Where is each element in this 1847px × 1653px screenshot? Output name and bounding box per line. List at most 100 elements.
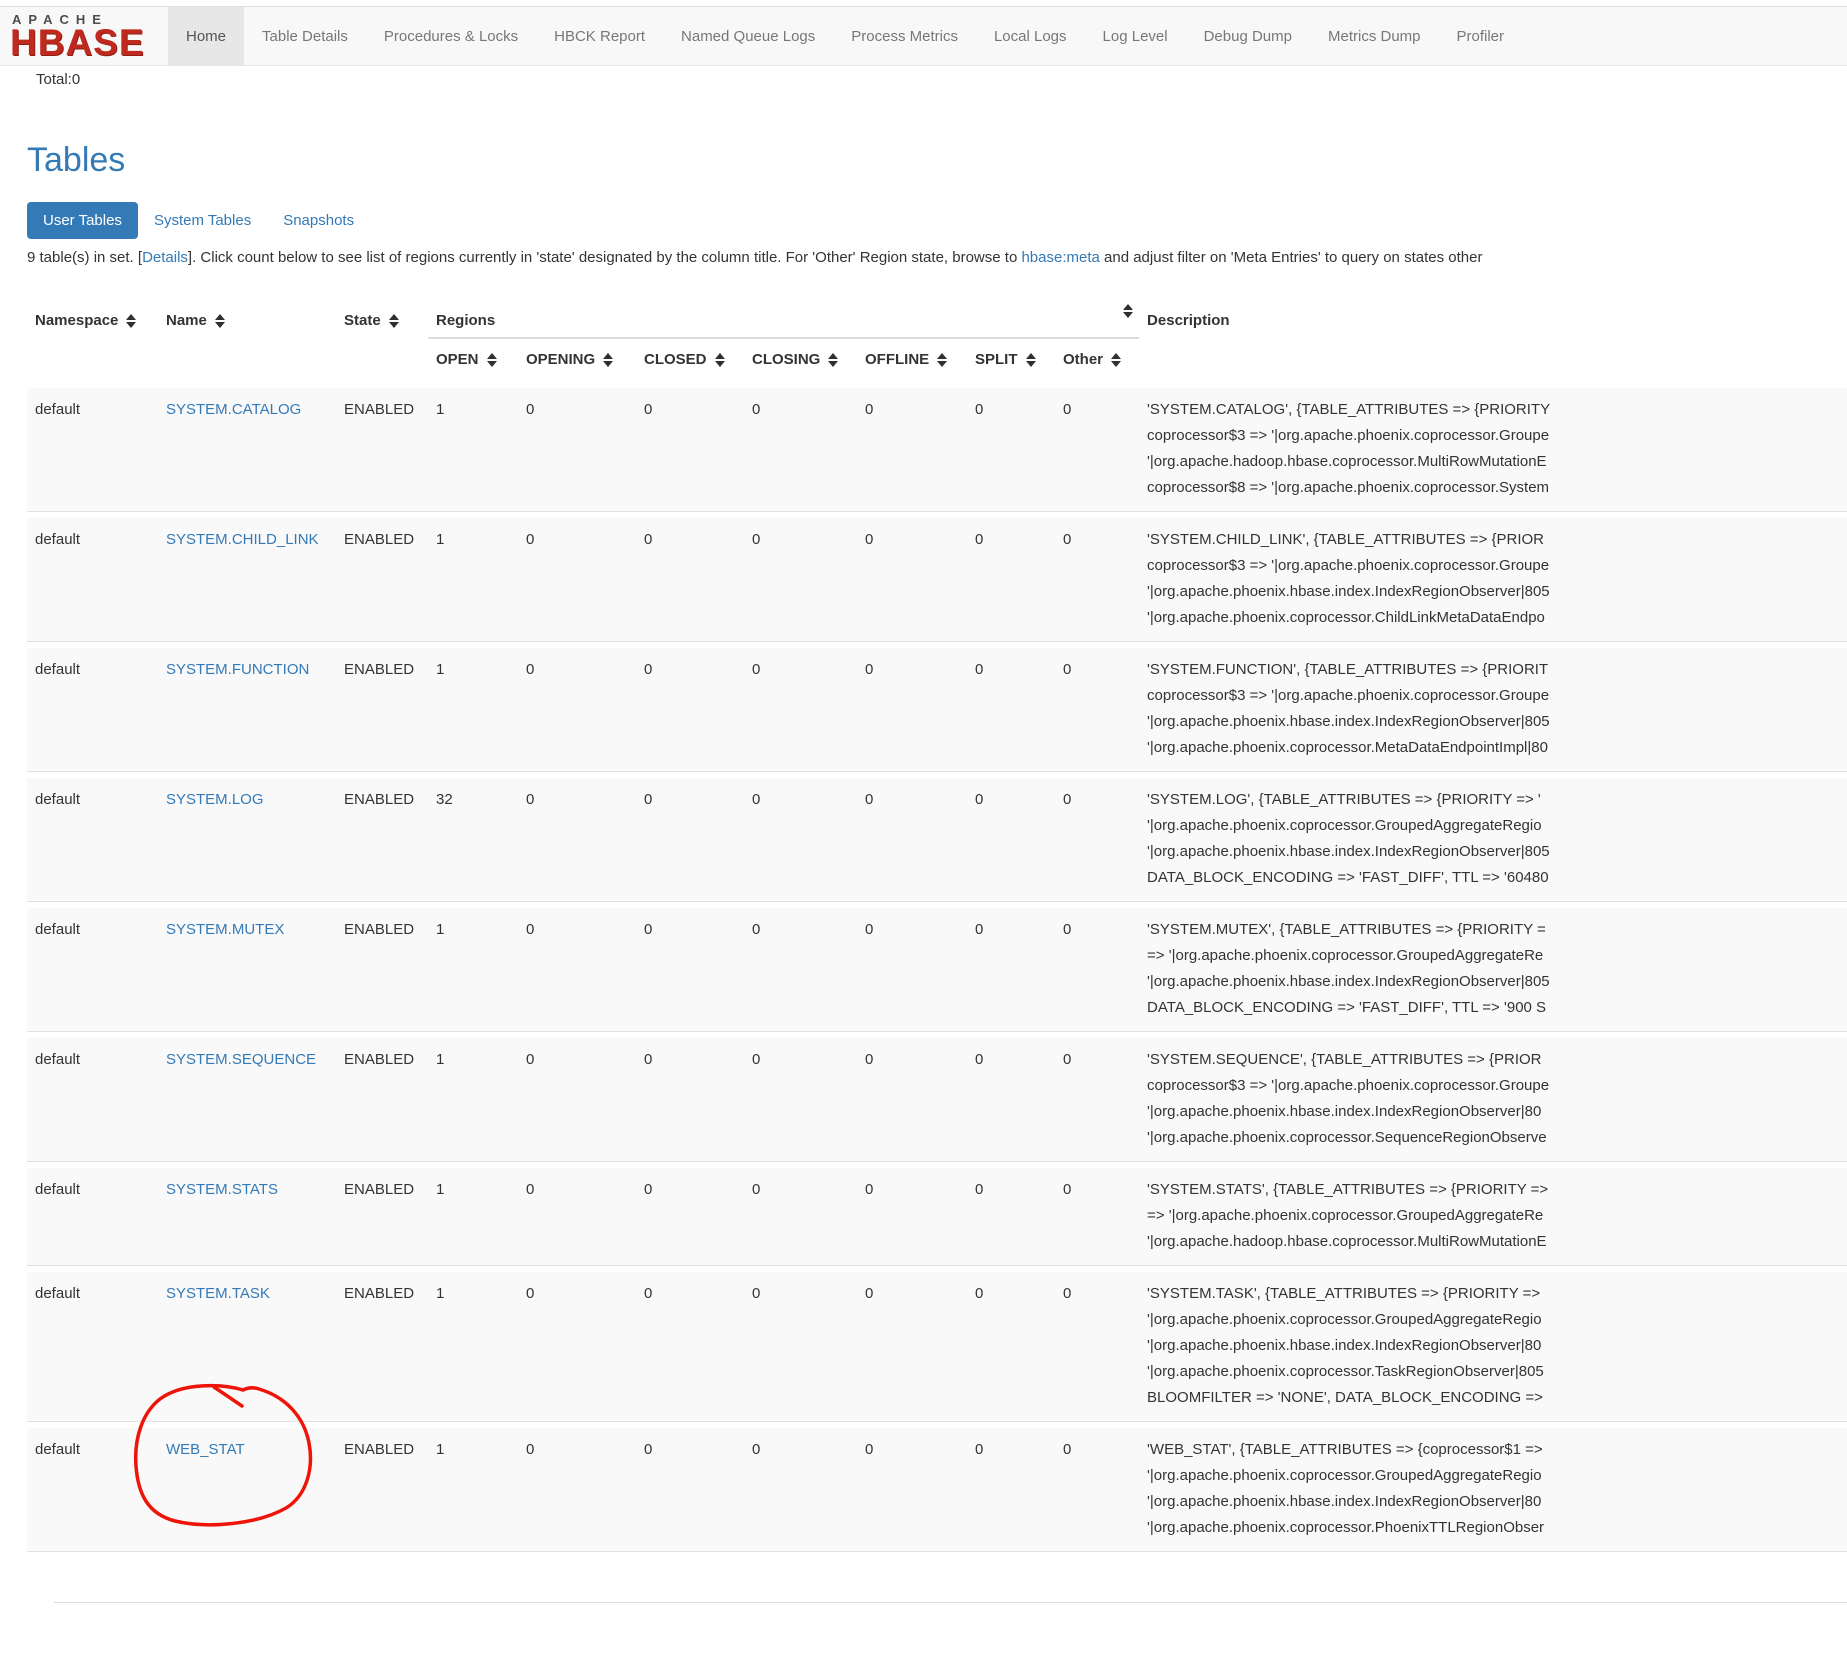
nav-item-debug-dump[interactable]: Debug Dump — [1186, 7, 1310, 65]
regions-closing-count[interactable]: 0 — [744, 908, 857, 1032]
regions-offline-count[interactable]: 0 — [857, 1428, 967, 1552]
regions-split-count[interactable]: 0 — [967, 1168, 1055, 1266]
tab-system-tables[interactable]: System Tables — [138, 202, 267, 239]
regions-offline-count[interactable]: 0 — [857, 648, 967, 772]
table-name-link[interactable]: WEB_STAT — [166, 1441, 245, 1458]
table-name-link[interactable]: SYSTEM.LOG — [166, 791, 264, 808]
sort-icon[interactable] — [487, 353, 497, 367]
regions-open-count[interactable]: 1 — [428, 518, 518, 642]
nav-item-named-queue-logs[interactable]: Named Queue Logs — [663, 7, 833, 65]
regions-closed-count[interactable]: 0 — [636, 1272, 744, 1422]
details-link[interactable]: Details — [142, 249, 188, 266]
regions-split-count[interactable]: 0 — [967, 1428, 1055, 1552]
regions-closed-count[interactable]: 0 — [636, 1428, 744, 1552]
regions-offline-count[interactable]: 0 — [857, 908, 967, 1032]
regions-opening-count[interactable]: 0 — [518, 648, 636, 772]
regions-opening-count[interactable]: 0 — [518, 518, 636, 642]
table-name-link[interactable]: SYSTEM.STATS — [166, 1181, 278, 1198]
regions-closed-count[interactable]: 0 — [636, 1038, 744, 1162]
regions-closing-count[interactable]: 0 — [744, 1168, 857, 1266]
regions-other-count[interactable]: 0 — [1055, 518, 1139, 642]
nav-item-log-level[interactable]: Log Level — [1085, 7, 1186, 65]
regions-other-count[interactable]: 0 — [1055, 778, 1139, 902]
regions-open-count[interactable]: 1 — [428, 1272, 518, 1422]
sort-icon[interactable] — [215, 314, 225, 328]
regions-other-count[interactable]: 0 — [1055, 1168, 1139, 1266]
regions-opening-count[interactable]: 0 — [518, 908, 636, 1032]
regions-split-count[interactable]: 0 — [967, 1272, 1055, 1422]
hbase-logo[interactable]: APACHE HBASE — [0, 7, 168, 65]
table-name-link[interactable]: SYSTEM.CATALOG — [166, 401, 301, 418]
regions-offline-count[interactable]: 0 — [857, 778, 967, 902]
regions-split-count[interactable]: 0 — [967, 778, 1055, 902]
regions-closed-count[interactable]: 0 — [636, 388, 744, 512]
regions-closed-count[interactable]: 0 — [636, 1168, 744, 1266]
regions-opening-count[interactable]: 0 — [518, 778, 636, 902]
sort-icon[interactable] — [1026, 353, 1036, 367]
regions-split-count[interactable]: 0 — [967, 388, 1055, 512]
sort-icon[interactable] — [715, 353, 725, 367]
tab-snapshots[interactable]: Snapshots — [267, 202, 370, 239]
regions-offline-count[interactable]: 0 — [857, 1038, 967, 1162]
regions-other-count[interactable]: 0 — [1055, 648, 1139, 772]
regions-opening-count[interactable]: 0 — [518, 1272, 636, 1422]
regions-closed-count[interactable]: 0 — [636, 778, 744, 902]
table-name-link[interactable]: SYSTEM.FUNCTION — [166, 661, 309, 678]
regions-offline-count[interactable]: 0 — [857, 388, 967, 512]
regions-other-count[interactable]: 0 — [1055, 908, 1139, 1032]
table-name-link[interactable]: SYSTEM.SEQUENCE — [166, 1051, 316, 1068]
regions-other-count[interactable]: 0 — [1055, 1428, 1139, 1552]
regions-split-count[interactable]: 0 — [967, 648, 1055, 772]
regions-opening-count[interactable]: 0 — [518, 1038, 636, 1162]
sort-icon[interactable] — [126, 314, 136, 328]
regions-closed-count[interactable]: 0 — [636, 908, 744, 1032]
nav-item-metrics-dump[interactable]: Metrics Dump — [1310, 7, 1439, 65]
regions-closing-count[interactable]: 0 — [744, 1272, 857, 1422]
regions-closing-count[interactable]: 0 — [744, 648, 857, 772]
regions-closed-count[interactable]: 0 — [636, 648, 744, 772]
sort-icon[interactable] — [603, 353, 613, 367]
nav-item-local-logs[interactable]: Local Logs — [976, 7, 1085, 65]
regions-open-count[interactable]: 1 — [428, 1038, 518, 1162]
regions-opening-count[interactable]: 0 — [518, 1428, 636, 1552]
regions-closed-count[interactable]: 0 — [636, 518, 744, 642]
nav-item-procedures-locks[interactable]: Procedures & Locks — [366, 7, 536, 65]
regions-closing-count[interactable]: 0 — [744, 1428, 857, 1552]
regions-closing-count[interactable]: 0 — [744, 1038, 857, 1162]
nav-item-table-details[interactable]: Table Details — [244, 7, 366, 65]
sort-icon[interactable] — [937, 353, 947, 367]
regions-split-count[interactable]: 0 — [967, 1038, 1055, 1162]
regions-closing-count[interactable]: 0 — [744, 778, 857, 902]
regions-split-count[interactable]: 0 — [967, 518, 1055, 642]
regions-opening-count[interactable]: 0 — [518, 388, 636, 512]
regions-open-count[interactable]: 1 — [428, 388, 518, 512]
regions-open-count[interactable]: 1 — [428, 1428, 518, 1552]
regions-open-count[interactable]: 1 — [428, 1168, 518, 1266]
regions-open-count[interactable]: 1 — [428, 648, 518, 772]
regions-offline-count[interactable]: 0 — [857, 518, 967, 642]
table-name-link[interactable]: SYSTEM.CHILD_LINK — [166, 531, 319, 548]
regions-offline-count[interactable]: 0 — [857, 1168, 967, 1266]
regions-other-count[interactable]: 0 — [1055, 1272, 1139, 1422]
regions-closing-count[interactable]: 0 — [744, 518, 857, 642]
regions-closing-count[interactable]: 0 — [744, 388, 857, 512]
table-name-link[interactable]: SYSTEM.MUTEX — [166, 921, 284, 938]
nav-item-home[interactable]: Home — [168, 7, 244, 65]
regions-split-count[interactable]: 0 — [967, 908, 1055, 1032]
regions-other-count[interactable]: 0 — [1055, 388, 1139, 512]
tab-user-tables[interactable]: User Tables — [27, 202, 138, 239]
regions-open-count[interactable]: 1 — [428, 908, 518, 1032]
nav-item-hbck-report[interactable]: HBCK Report — [536, 7, 663, 65]
sort-icon[interactable] — [828, 353, 838, 367]
regions-other-count[interactable]: 0 — [1055, 1038, 1139, 1162]
regions-offline-count[interactable]: 0 — [857, 1272, 967, 1422]
nav-item-process-metrics[interactable]: Process Metrics — [833, 7, 976, 65]
regions-open-count[interactable]: 32 — [428, 778, 518, 902]
table-name-link[interactable]: SYSTEM.TASK — [166, 1285, 270, 1302]
sort-icon[interactable] — [1123, 304, 1133, 318]
hbase-meta-link[interactable]: hbase:meta — [1021, 249, 1099, 266]
sort-icon[interactable] — [1111, 353, 1121, 367]
sort-icon[interactable] — [389, 314, 399, 328]
nav-item-profiler[interactable]: Profiler — [1439, 7, 1523, 65]
regions-opening-count[interactable]: 0 — [518, 1168, 636, 1266]
